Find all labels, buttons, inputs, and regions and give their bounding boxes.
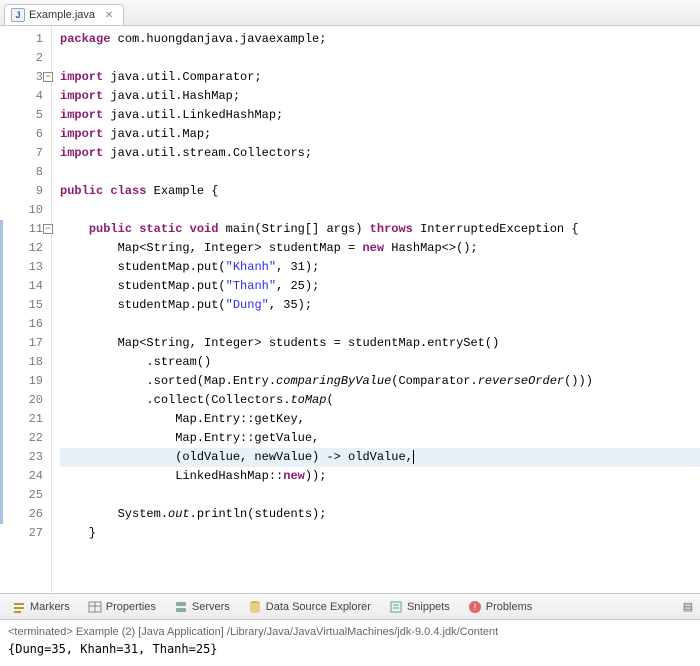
code-line[interactable]: [60, 486, 700, 505]
snippets-icon: [389, 600, 403, 614]
editor-tab-example-java[interactable]: J Example.java ✕: [4, 4, 124, 25]
views-tab-bar: Markers Properties Servers Data Source Expl…: [0, 593, 700, 619]
svg-text:!: !: [474, 602, 477, 612]
console-panel: <terminated> Example (2) [Java Applicati…: [0, 619, 700, 666]
line-number: 2: [0, 49, 51, 68]
line-number: 1: [0, 30, 51, 49]
code-editor[interactable]: 123−4567891011−1213141516171819202122232…: [0, 26, 700, 593]
line-number: 20: [0, 391, 51, 410]
code-line[interactable]: Map<String, Integer> students = studentM…: [60, 334, 700, 353]
code-line[interactable]: package com.huongdanjava.javaexample;: [60, 30, 700, 49]
code-line[interactable]: import java.util.Comparator;: [60, 68, 700, 87]
line-number: 11−: [0, 220, 51, 239]
markers-icon: [12, 600, 26, 614]
view-tab-problems[interactable]: ! Problems: [460, 598, 540, 616]
close-icon[interactable]: ✕: [105, 10, 113, 21]
line-number: 8: [0, 163, 51, 182]
line-number: 6: [0, 125, 51, 144]
code-line[interactable]: .stream(): [60, 353, 700, 372]
editor-tab-label: Example.java: [29, 9, 95, 21]
view-tab-label: Servers: [192, 601, 230, 613]
line-number: 13: [0, 258, 51, 277]
line-number: 27: [0, 524, 51, 543]
view-tab-properties[interactable]: Properties: [80, 598, 164, 616]
code-line[interactable]: Map.Entry::getValue,: [60, 429, 700, 448]
problems-icon: !: [468, 600, 482, 614]
line-number: 7: [0, 144, 51, 163]
line-number: 15: [0, 296, 51, 315]
line-number-gutter: 123−4567891011−1213141516171819202122232…: [0, 26, 52, 593]
line-number: 9: [0, 182, 51, 201]
code-line[interactable]: (oldValue, newValue) -> oldValue,: [60, 448, 700, 467]
line-number: 4: [0, 87, 51, 106]
line-number: 22: [0, 429, 51, 448]
fold-toggle-icon[interactable]: −: [43, 72, 53, 82]
view-tab-data-source-explorer[interactable]: Data Source Explorer: [240, 598, 379, 616]
code-line[interactable]: Map.Entry::getKey,: [60, 410, 700, 429]
view-tab-snippets[interactable]: Snippets: [381, 598, 458, 616]
code-area[interactable]: package com.huongdanjava.javaexample; imp…: [52, 26, 700, 593]
code-line[interactable]: studentMap.put("Khanh", 31);: [60, 258, 700, 277]
view-tab-label: Markers: [30, 601, 70, 613]
line-number: 19: [0, 372, 51, 391]
db-icon: [248, 600, 262, 614]
line-number: 3−: [0, 68, 51, 87]
code-line[interactable]: [60, 49, 700, 68]
code-line[interactable]: import java.util.stream.Collectors;: [60, 144, 700, 163]
code-line[interactable]: import java.util.HashMap;: [60, 87, 700, 106]
line-number: 10: [0, 201, 51, 220]
code-line[interactable]: [60, 315, 700, 334]
text-caret: [413, 450, 414, 464]
code-line[interactable]: [60, 163, 700, 182]
code-line[interactable]: .collect(Collectors.toMap(: [60, 391, 700, 410]
view-tab-servers[interactable]: Servers: [166, 598, 238, 616]
line-number: 25: [0, 486, 51, 505]
line-number: 26: [0, 505, 51, 524]
line-number: 23: [0, 448, 51, 467]
code-line[interactable]: System.out.println(students);: [60, 505, 700, 524]
view-tab-label: Problems: [486, 601, 532, 613]
code-line[interactable]: Map<String, Integer> studentMap = new Ha…: [60, 239, 700, 258]
code-line[interactable]: import java.util.LinkedHashMap;: [60, 106, 700, 125]
editor-tab-bar: J Example.java ✕: [0, 0, 700, 26]
console-status: <terminated> Example (2) [Java Applicati…: [8, 626, 692, 638]
code-line[interactable]: .sorted(Map.Entry.comparingByValue(Compa…: [60, 372, 700, 391]
view-tab-label: Data Source Explorer: [266, 601, 371, 613]
code-line[interactable]: public class Example {: [60, 182, 700, 201]
code-line[interactable]: studentMap.put("Dung", 35);: [60, 296, 700, 315]
line-number: 12: [0, 239, 51, 258]
toolbar-icon[interactable]: ▤: [680, 599, 696, 615]
code-line[interactable]: [60, 201, 700, 220]
code-line[interactable]: LinkedHashMap::new));: [60, 467, 700, 486]
code-line[interactable]: public static void main(String[] args) t…: [60, 220, 700, 239]
view-tab-markers[interactable]: Markers: [4, 598, 78, 616]
java-file-icon: J: [11, 8, 25, 22]
view-tab-label: Snippets: [407, 601, 450, 613]
servers-icon: [174, 600, 188, 614]
code-line[interactable]: }: [60, 524, 700, 543]
line-number: 24: [0, 467, 51, 486]
line-number: 14: [0, 277, 51, 296]
code-line[interactable]: import java.util.Map;: [60, 125, 700, 144]
fold-toggle-icon[interactable]: −: [43, 224, 53, 234]
line-number: 21: [0, 410, 51, 429]
line-number: 18: [0, 353, 51, 372]
console-output: {Dung=35, Khanh=31, Thanh=25}: [8, 642, 692, 656]
properties-icon: [88, 600, 102, 614]
view-tab-label: Properties: [106, 601, 156, 613]
line-number: 16: [0, 315, 51, 334]
line-number: 17: [0, 334, 51, 353]
line-number: 5: [0, 106, 51, 125]
code-line[interactable]: studentMap.put("Thanh", 25);: [60, 277, 700, 296]
